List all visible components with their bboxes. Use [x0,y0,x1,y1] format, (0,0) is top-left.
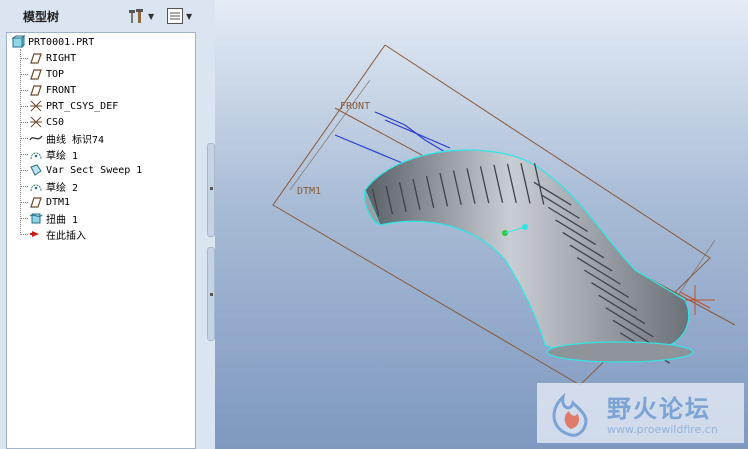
show-list-icon [167,8,183,24]
tree-guide-line [20,154,28,155]
panel-title: 模型树 [23,10,60,24]
datum-plane-icon [30,85,42,96]
coord-system-icon [30,116,42,128]
model-tree-panel: 模型树 ▼ ▼ PRT0001.PRT RIGHT TOP FRONT PRT_… [0,0,205,449]
chevron-down-icon: ▼ [186,11,193,21]
model-tree: PRT0001.PRT RIGHT TOP FRONT PRT_CSYS_DEF CS0… [6,32,196,449]
tree-guide-line [20,234,28,235]
watermark-title: 野火论坛 [607,395,711,423]
sweep-icon [30,164,42,176]
tree-item[interactable]: 扭曲 1 [29,210,78,226]
tree-guide-line [20,90,28,91]
graphics-viewport[interactable]: FRONT DTM1 [215,0,748,449]
splitter-dot [210,293,213,296]
tools-dropdown[interactable]: ▼ [128,6,154,26]
insert-here-icon [30,231,39,237]
tree-guide-line [20,138,28,139]
tree-item-label: RIGHT [46,52,77,64]
part-icon [11,35,25,49]
datum-plane-icon [30,53,42,64]
datum-plane-icon [30,69,42,80]
tree-item[interactable]: 草绘 1 [29,146,78,162]
tree-root[interactable]: PRT0001.PRT [11,34,94,50]
tree-guide-line [20,170,28,171]
tree-guide-line [20,186,28,187]
datum-label-front: FRONT [340,101,370,112]
curve-icon [29,135,43,141]
tree-item-label: Var Sect Sweep 1 [46,164,143,176]
tree-item-label: DTM1 [46,196,71,208]
tree-item-label: CS0 [46,116,65,128]
sketch-icon [30,184,42,192]
tree-guide-line [20,106,28,107]
tree-guide-line [20,202,28,203]
tree-item[interactable]: DTM1 [29,194,70,210]
tree-item-label: 扭曲 1 [46,214,79,226]
flame-logo-icon [552,392,588,437]
sketch-icon [30,152,42,160]
datum-plane-icon [30,197,42,208]
tree-item-label: 草绘 1 [46,150,79,162]
tree-item[interactable]: Var Sect Sweep 1 [29,162,142,178]
tree-item[interactable]: RIGHT [29,50,76,66]
bellows-model [364,149,694,364]
splitter-handle[interactable] [207,143,215,237]
splitter-dot [210,187,213,190]
tree-item-label: TOP [46,68,65,80]
warp-icon [29,213,43,224]
tree-guide-line [20,49,21,233]
tree-guide-line [20,74,28,75]
tree-item[interactable]: FRONT [29,82,76,98]
tree-item[interactable]: 草绘 2 [29,178,78,194]
watermark-logo: 野火论坛 www.proewildfire.cn [537,383,744,443]
coord-system-icon [30,100,42,112]
tree-item-label: 在此插入 [46,230,86,242]
show-dropdown[interactable]: ▼ [166,6,192,26]
tree-item-label: 草绘 2 [46,182,79,194]
tree-guide-line [20,58,28,59]
datum-label-dtm1: DTM1 [297,186,321,197]
model-graphics: FRONT DTM1 [272,44,736,386]
tree-item-label: FRONT [46,84,77,96]
panel-header: 模型树 ▼ ▼ [0,0,205,32]
tree-guide-line [20,122,28,123]
tools-icon [129,9,143,23]
tree-guide-line [20,218,28,219]
tree-root-label: PRT0001.PRT [28,36,95,48]
tree-item[interactable]: 曲线 标识74 [29,130,104,146]
tree-item[interactable]: TOP [29,66,64,82]
chevron-down-icon: ▼ [148,11,155,21]
tree-item[interactable]: CS0 [29,114,64,130]
tree-item-label: 曲线 标识74 [46,134,105,146]
tree-item[interactable]: 在此插入 [29,226,86,242]
tree-item-label: PRT_CSYS_DEF [46,100,119,112]
watermark-url: www.proewildfire.cn [607,423,718,436]
tree-item[interactable]: PRT_CSYS_DEF [29,98,118,114]
